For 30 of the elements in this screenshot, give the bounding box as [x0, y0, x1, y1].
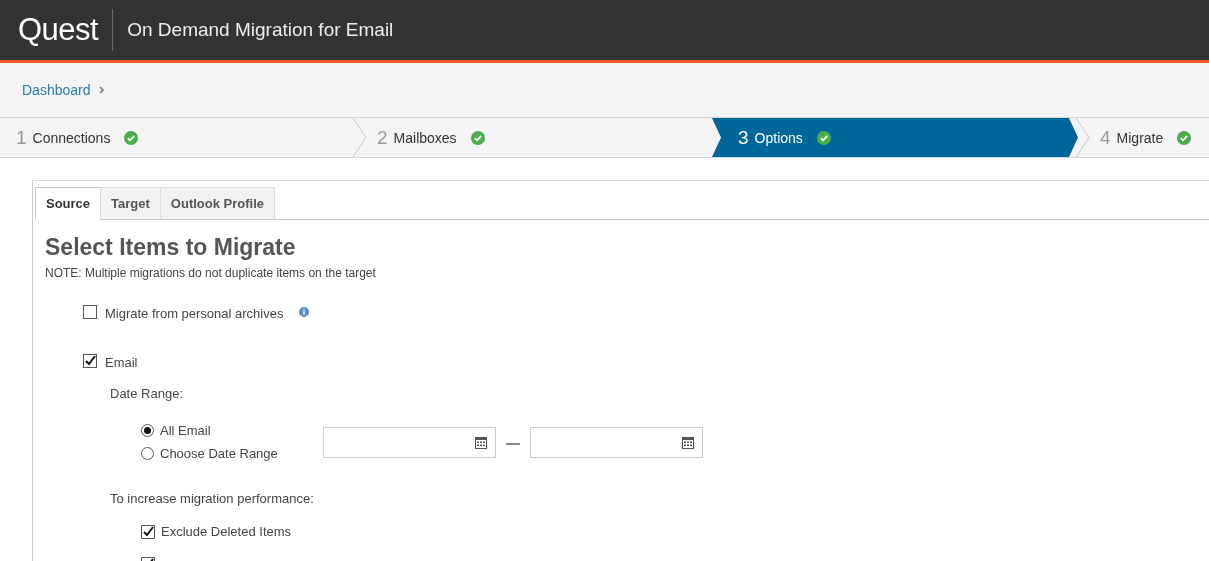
app-title: On Demand Migration for Email [126, 19, 394, 41]
radio-button[interactable] [141, 447, 154, 460]
checkbox-label: Email [105, 355, 138, 370]
calendar-icon[interactable] [682, 435, 694, 449]
tab[interactable]: Source [35, 187, 102, 220]
wizard-step[interactable]: 4 Migrate [1078, 118, 1209, 157]
wizard-step[interactable]: 1 Connections [0, 118, 355, 157]
checkbox[interactable] [141, 524, 155, 539]
section-heading: Select Items to Migrate [45, 234, 297, 261]
calendar-icon[interactable] [475, 435, 487, 449]
checkbox-label: Exclude Deleted Items [161, 524, 292, 539]
field-label: To increase migration performance: [110, 491, 315, 506]
chevron-icon [98, 86, 105, 94]
field-label: Date Range: [110, 386, 184, 401]
radio-label: All Email [160, 423, 211, 438]
date-field[interactable] [323, 426, 496, 458]
note-text: NOTE: Multiple migrations do not duplicate items on the target [45, 266, 377, 280]
tab[interactable]: Outlook Profile [159, 187, 275, 220]
radio-button[interactable] [141, 424, 154, 437]
date-field[interactable] [530, 426, 703, 458]
radio-label: Choose Date Range [160, 446, 278, 461]
info-icon[interactable] [299, 306, 310, 317]
checkbox[interactable] [83, 304, 97, 319]
wizard-step[interactable]: 3 Options [712, 118, 1078, 157]
breadcrumb-link[interactable]: Dashboard [22, 82, 91, 98]
checkbox[interactable] [83, 353, 97, 368]
tab[interactable]: Target [100, 187, 161, 220]
wizard-step[interactable]: 2 Mailboxes [355, 118, 712, 157]
checkbox-label: Migrate from personal archives [105, 306, 284, 321]
logo: Quest [18, 9, 114, 51]
